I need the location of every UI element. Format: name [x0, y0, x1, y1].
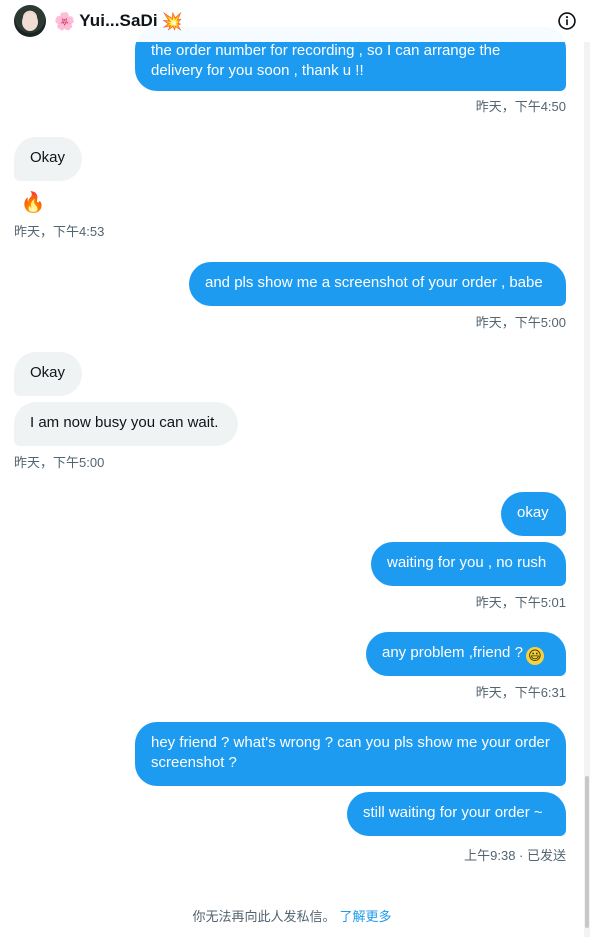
conversation-title[interactable]: 🌸 Yui...SaDi 💥 — [54, 10, 183, 32]
notice-text: 你无法再向此人发私信。 — [192, 909, 336, 924]
message-bubble-outgoing[interactable]: waiting for you , no rush — [371, 542, 566, 586]
message-bubble-incoming[interactable]: I am now busy you can wait. — [14, 402, 238, 446]
conversation-header: 🌸 Yui...SaDi 💥 — [0, 0, 590, 42]
message-text: Okay — [30, 364, 66, 381]
collision-emoji: 💥 — [161, 11, 184, 31]
scrollbar-thumb[interactable] — [585, 776, 589, 928]
message-timestamp: 昨天，下午4:50 — [475, 99, 566, 114]
message-text: still waiting for your order ~ — [363, 804, 543, 821]
message-bubble-incoming[interactable]: Okay — [14, 352, 82, 396]
flower-emoji: 🌸 — [54, 11, 76, 31]
smile-emoji: 😃 — [525, 647, 544, 665]
dm-restricted-notice: 你无法再向此人发私信。 了解更多 — [0, 906, 584, 925]
message-text: waiting for you , no rush — [387, 554, 547, 571]
info-icon[interactable] — [557, 11, 577, 31]
message-timestamp: 昨天，下午5:00 — [475, 315, 566, 330]
message-bubble-incoming[interactable]: Okay — [14, 137, 82, 181]
message-text: Okay — [30, 149, 66, 166]
message-timestamp: 昨天，下午5:00 — [14, 455, 105, 470]
message-bubble-outgoing[interactable]: any problem ,friend ? 😃 — [366, 632, 566, 676]
message-text: any problem ,friend ? — [382, 644, 523, 661]
message-text: the order number for recording , so I ca… — [151, 42, 501, 79]
message-timestamp: 昨天，下午4:53 — [14, 224, 105, 239]
learn-more-link[interactable]: 了解更多 — [340, 909, 392, 924]
fire-reaction-emoji[interactable]: 🔥 — [18, 189, 48, 217]
message-timestamp: 昨天，下午6:31 — [475, 685, 566, 700]
message-bubble-outgoing[interactable]: still waiting for your order ~ — [347, 792, 566, 836]
message-bubble-outgoing[interactable]: okay — [501, 492, 566, 536]
message-bubble-outgoing[interactable]: and pls show me a screenshot of your ord… — [189, 262, 566, 306]
message-text: and pls show me a screenshot of your ord… — [205, 274, 543, 291]
message-timestamp: 上午9:38 · 已发送 — [464, 848, 566, 863]
message-timestamp: 昨天，下午5:01 — [475, 595, 566, 610]
message-text: hey friend ? what's wrong ? can you pls … — [151, 734, 550, 771]
contact-name: Yui...SaDi — [79, 11, 158, 30]
message-text: I am now busy you can wait. — [30, 414, 219, 431]
message-bubble-outgoing[interactable]: hey friend ? what's wrong ? can you pls … — [135, 722, 566, 786]
message-text: okay — [517, 504, 549, 521]
avatar[interactable] — [14, 5, 46, 37]
